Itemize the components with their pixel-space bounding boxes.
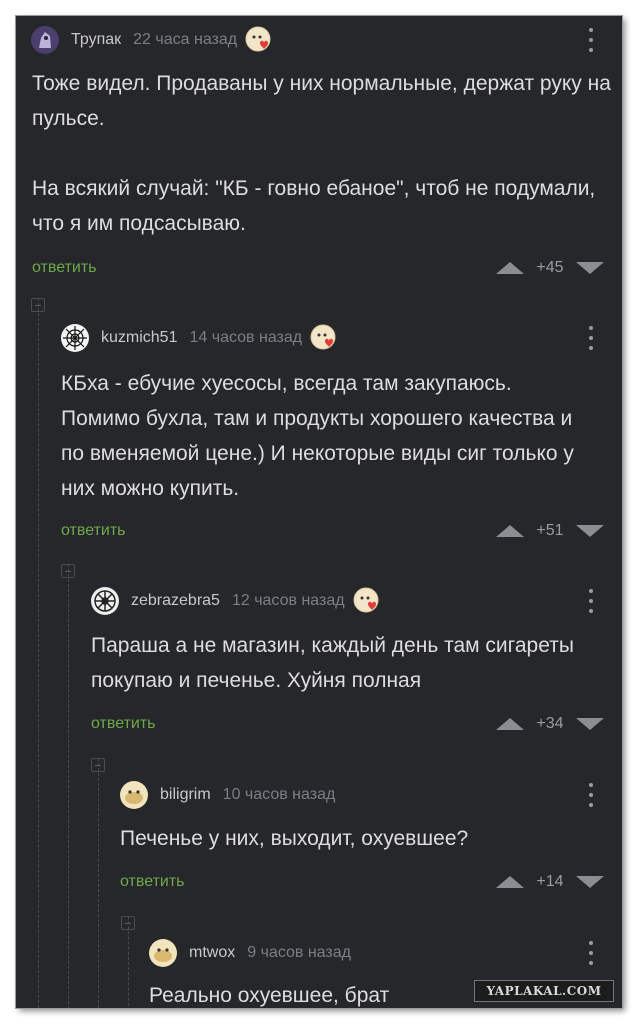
reply-link[interactable]: ответить [91,715,156,733]
thread-line [98,758,99,1008]
upvote-arrow-icon[interactable] [496,262,524,274]
vote-controls: +34 [496,714,604,734]
more-options-icon[interactable] [588,589,594,613]
comment-text: Параша а не магазин, каждый день там сиг… [91,634,574,692]
reply-link[interactable]: ответить [32,259,97,277]
more-options-icon[interactable] [588,941,594,965]
vote-controls: +45 [496,258,604,278]
downvote-arrow-icon[interactable] [576,525,604,537]
comment-time: 10 часов назад [222,786,336,803]
username[interactable]: mtwox [189,944,235,962]
comment-header: kuzmich51 14 часов назад [61,323,338,353]
downvote-arrow-icon[interactable] [576,718,604,730]
comment-thread: Трупак 22 часа назад Тоже видел. Продава… [16,16,622,1008]
username[interactable]: Трупак [71,31,121,49]
upvote-arrow-icon[interactable] [496,525,524,537]
more-options-icon[interactable] [588,28,594,52]
thread-line [68,564,69,1008]
comment-time: 9 часов назад [247,944,351,961]
upvote-arrow-icon[interactable] [496,876,524,888]
comment-header: mtwox 9 часов назад [149,938,351,968]
collapse-thread-button[interactable] [91,758,105,772]
knight-avatar-icon[interactable] [31,26,59,54]
spiderweb-avatar-icon[interactable] [61,324,89,352]
username[interactable]: zebrazebra5 [131,592,220,610]
cookie-avatar-icon[interactable] [149,939,177,967]
vote-score: +51 [536,522,564,539]
downvote-arrow-icon[interactable] [576,876,604,888]
vote-score: +14 [536,873,564,890]
username[interactable]: kuzmich51 [101,329,177,347]
more-options-icon[interactable] [588,326,594,350]
cookie-avatar-icon[interactable] [120,781,148,809]
vote-controls: +14 [496,872,604,892]
reply-link[interactable]: ответить [120,873,185,891]
vote-score: +45 [536,259,564,276]
comment-header: biligrim 10 часов назад [120,780,335,810]
thread-line [38,298,39,1008]
comment-header: zebrazebra5 12 часов назад [91,586,381,616]
comment-time: 12 часов назад [231,592,345,609]
site-watermark: YAPLAKAL.COM [474,980,614,1002]
wheel-avatar-icon[interactable] [91,587,119,615]
comment-text: КБха - ебучие хуесосы, всегда там закупа… [61,372,574,500]
heart-face-badge-icon [310,324,338,352]
reply-link[interactable]: ответить [61,522,126,540]
upvote-arrow-icon[interactable] [496,718,524,730]
comment-header: Трупак 22 часа назад [31,25,273,55]
comment-time: 22 часа назад [133,31,238,48]
comment-time: 14 часов назад [189,329,303,346]
heart-face-badge-icon [245,26,273,54]
more-options-icon[interactable] [588,783,594,807]
comment-text: Тоже видел. Продаваны у них нормальные, … [32,72,611,235]
vote-controls: +51 [496,521,604,541]
vote-score: +34 [536,715,564,732]
comment-text: Печенье у них, выходит, охуевшее? [120,827,469,850]
username[interactable]: biligrim [160,786,211,804]
collapse-thread-button[interactable] [31,298,45,312]
heart-face-badge-icon [353,587,381,615]
collapse-thread-button[interactable] [61,564,75,578]
downvote-arrow-icon[interactable] [576,262,604,274]
collapse-thread-button[interactable] [121,916,135,930]
